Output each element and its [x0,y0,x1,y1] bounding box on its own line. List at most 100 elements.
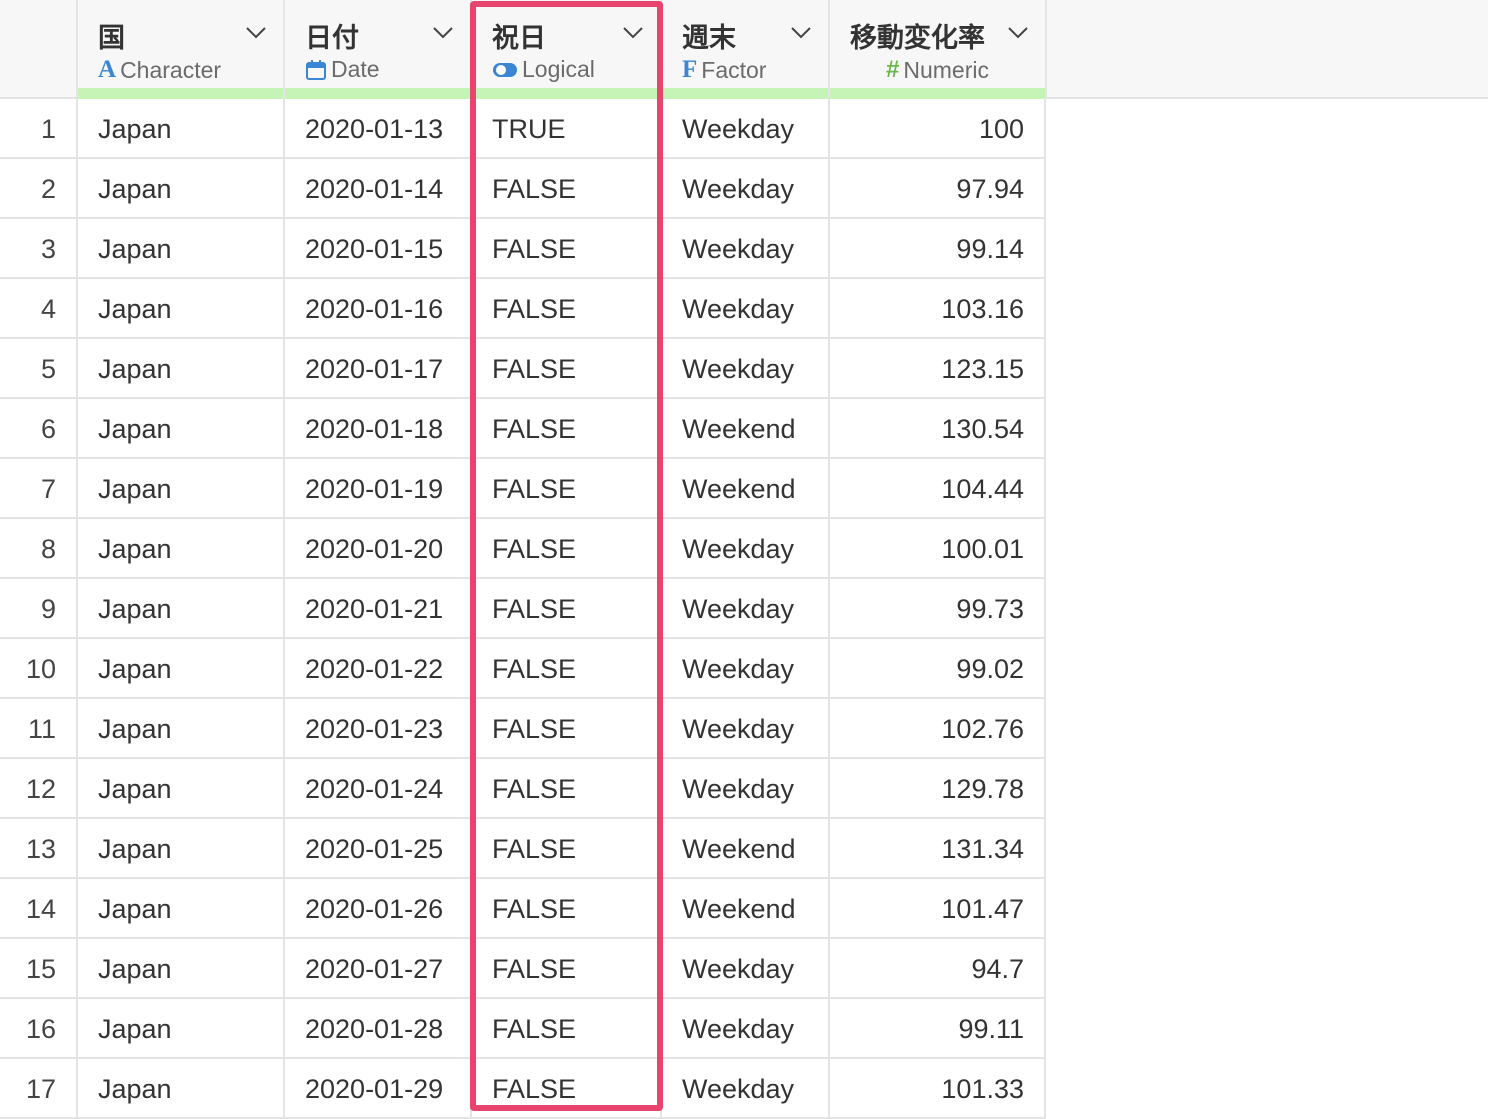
chevron-down-icon[interactable] [790,26,812,40]
table-row[interactable]: 17 Japan 2020-01-29 FALSE Weekday 101.33 [0,1059,1046,1119]
cell-weekend[interactable]: Weekday [662,699,830,757]
cell-date[interactable]: 2020-01-19 [285,459,472,517]
column-header-date[interactable]: 日付 Date [285,0,472,99]
chevron-down-icon[interactable] [432,26,454,40]
cell-holiday[interactable]: FALSE [472,219,662,277]
cell-date[interactable]: 2020-01-13 [285,99,472,157]
column-header-country[interactable]: 国 A Character [78,0,285,99]
cell-holiday[interactable]: FALSE [472,999,662,1057]
column-header-weekend[interactable]: 週末 F Factor [662,0,830,99]
cell-mobility-rate[interactable]: 103.16 [830,279,1046,337]
cell-weekend[interactable]: Weekend [662,819,830,877]
cell-holiday[interactable]: FALSE [472,579,662,637]
cell-date[interactable]: 2020-01-23 [285,699,472,757]
cell-weekend[interactable]: Weekend [662,879,830,937]
cell-mobility-rate[interactable]: 99.73 [830,579,1046,637]
cell-weekend[interactable]: Weekend [662,459,830,517]
cell-date[interactable]: 2020-01-28 [285,999,472,1057]
cell-country[interactable]: Japan [78,99,285,157]
cell-date[interactable]: 2020-01-25 [285,819,472,877]
cell-weekend[interactable]: Weekday [662,1059,830,1117]
cell-date[interactable]: 2020-01-14 [285,159,472,217]
cell-holiday[interactable]: FALSE [472,699,662,757]
cell-date[interactable]: 2020-01-15 [285,219,472,277]
cell-weekend[interactable]: Weekend [662,399,830,457]
table-row[interactable]: 13 Japan 2020-01-25 FALSE Weekend 131.34 [0,819,1046,879]
cell-country[interactable]: Japan [78,219,285,277]
cell-date[interactable]: 2020-01-18 [285,399,472,457]
cell-weekend[interactable]: Weekday [662,999,830,1057]
cell-country[interactable]: Japan [78,459,285,517]
cell-country[interactable]: Japan [78,339,285,397]
cell-holiday[interactable]: TRUE [472,99,662,157]
cell-country[interactable]: Japan [78,279,285,337]
cell-mobility-rate[interactable]: 100 [830,99,1046,157]
cell-weekend[interactable]: Weekday [662,159,830,217]
cell-country[interactable]: Japan [78,819,285,877]
cell-holiday[interactable]: FALSE [472,519,662,577]
table-row[interactable]: 8 Japan 2020-01-20 FALSE Weekday 100.01 [0,519,1046,579]
cell-country[interactable]: Japan [78,399,285,457]
table-row[interactable]: 1 Japan 2020-01-13 TRUE Weekday 100 [0,99,1046,159]
cell-country[interactable]: Japan [78,159,285,217]
cell-mobility-rate[interactable]: 131.34 [830,819,1046,877]
cell-holiday[interactable]: FALSE [472,1059,662,1117]
table-row[interactable]: 16 Japan 2020-01-28 FALSE Weekday 99.11 [0,999,1046,1059]
cell-mobility-rate[interactable]: 100.01 [830,519,1046,577]
cell-mobility-rate[interactable]: 99.02 [830,639,1046,697]
cell-date[interactable]: 2020-01-26 [285,879,472,937]
table-row[interactable]: 6 Japan 2020-01-18 FALSE Weekend 130.54 [0,399,1046,459]
table-row[interactable]: 3 Japan 2020-01-15 FALSE Weekday 99.14 [0,219,1046,279]
table-row[interactable]: 11 Japan 2020-01-23 FALSE Weekday 102.76 [0,699,1046,759]
cell-date[interactable]: 2020-01-20 [285,519,472,577]
column-header-mobility-rate[interactable]: 移動変化率 # Numeric [830,0,1047,99]
cell-date[interactable]: 2020-01-22 [285,639,472,697]
cell-country[interactable]: Japan [78,879,285,937]
cell-holiday[interactable]: FALSE [472,339,662,397]
cell-country[interactable]: Japan [78,699,285,757]
cell-date[interactable]: 2020-01-21 [285,579,472,637]
cell-weekend[interactable]: Weekday [662,639,830,697]
chevron-down-icon[interactable] [245,26,267,40]
cell-country[interactable]: Japan [78,639,285,697]
cell-date[interactable]: 2020-01-17 [285,339,472,397]
cell-mobility-rate[interactable]: 104.44 [830,459,1046,517]
cell-weekend[interactable]: Weekday [662,579,830,637]
cell-mobility-rate[interactable]: 99.11 [830,999,1046,1057]
table-row[interactable]: 14 Japan 2020-01-26 FALSE Weekend 101.47 [0,879,1046,939]
table-row[interactable]: 9 Japan 2020-01-21 FALSE Weekday 99.73 [0,579,1046,639]
cell-country[interactable]: Japan [78,759,285,817]
cell-holiday[interactable]: FALSE [472,399,662,457]
cell-mobility-rate[interactable]: 123.15 [830,339,1046,397]
cell-date[interactable]: 2020-01-16 [285,279,472,337]
cell-mobility-rate[interactable]: 99.14 [830,219,1046,277]
cell-weekend[interactable]: Weekday [662,99,830,157]
table-row[interactable]: 2 Japan 2020-01-14 FALSE Weekday 97.94 [0,159,1046,219]
cell-mobility-rate[interactable]: 94.7 [830,939,1046,997]
cell-weekend[interactable]: Weekday [662,519,830,577]
cell-holiday[interactable]: FALSE [472,459,662,517]
cell-date[interactable]: 2020-01-24 [285,759,472,817]
cell-mobility-rate[interactable]: 101.33 [830,1059,1046,1117]
cell-country[interactable]: Japan [78,1059,285,1117]
table-row[interactable]: 10 Japan 2020-01-22 FALSE Weekday 99.02 [0,639,1046,699]
cell-weekend[interactable]: Weekday [662,759,830,817]
table-row[interactable]: 4 Japan 2020-01-16 FALSE Weekday 103.16 [0,279,1046,339]
cell-mobility-rate[interactable]: 129.78 [830,759,1046,817]
cell-weekend[interactable]: Weekday [662,939,830,997]
cell-mobility-rate[interactable]: 97.94 [830,159,1046,217]
cell-holiday[interactable]: FALSE [472,819,662,877]
cell-weekend[interactable]: Weekday [662,339,830,397]
table-row[interactable]: 15 Japan 2020-01-27 FALSE Weekday 94.7 [0,939,1046,999]
cell-holiday[interactable]: FALSE [472,879,662,937]
table-row[interactable]: 5 Japan 2020-01-17 FALSE Weekday 123.15 [0,339,1046,399]
cell-country[interactable]: Japan [78,579,285,637]
cell-country[interactable]: Japan [78,519,285,577]
cell-date[interactable]: 2020-01-27 [285,939,472,997]
cell-holiday[interactable]: FALSE [472,279,662,337]
chevron-down-icon[interactable] [622,26,644,40]
cell-mobility-rate[interactable]: 130.54 [830,399,1046,457]
cell-holiday[interactable]: FALSE [472,159,662,217]
cell-country[interactable]: Japan [78,939,285,997]
cell-holiday[interactable]: FALSE [472,939,662,997]
